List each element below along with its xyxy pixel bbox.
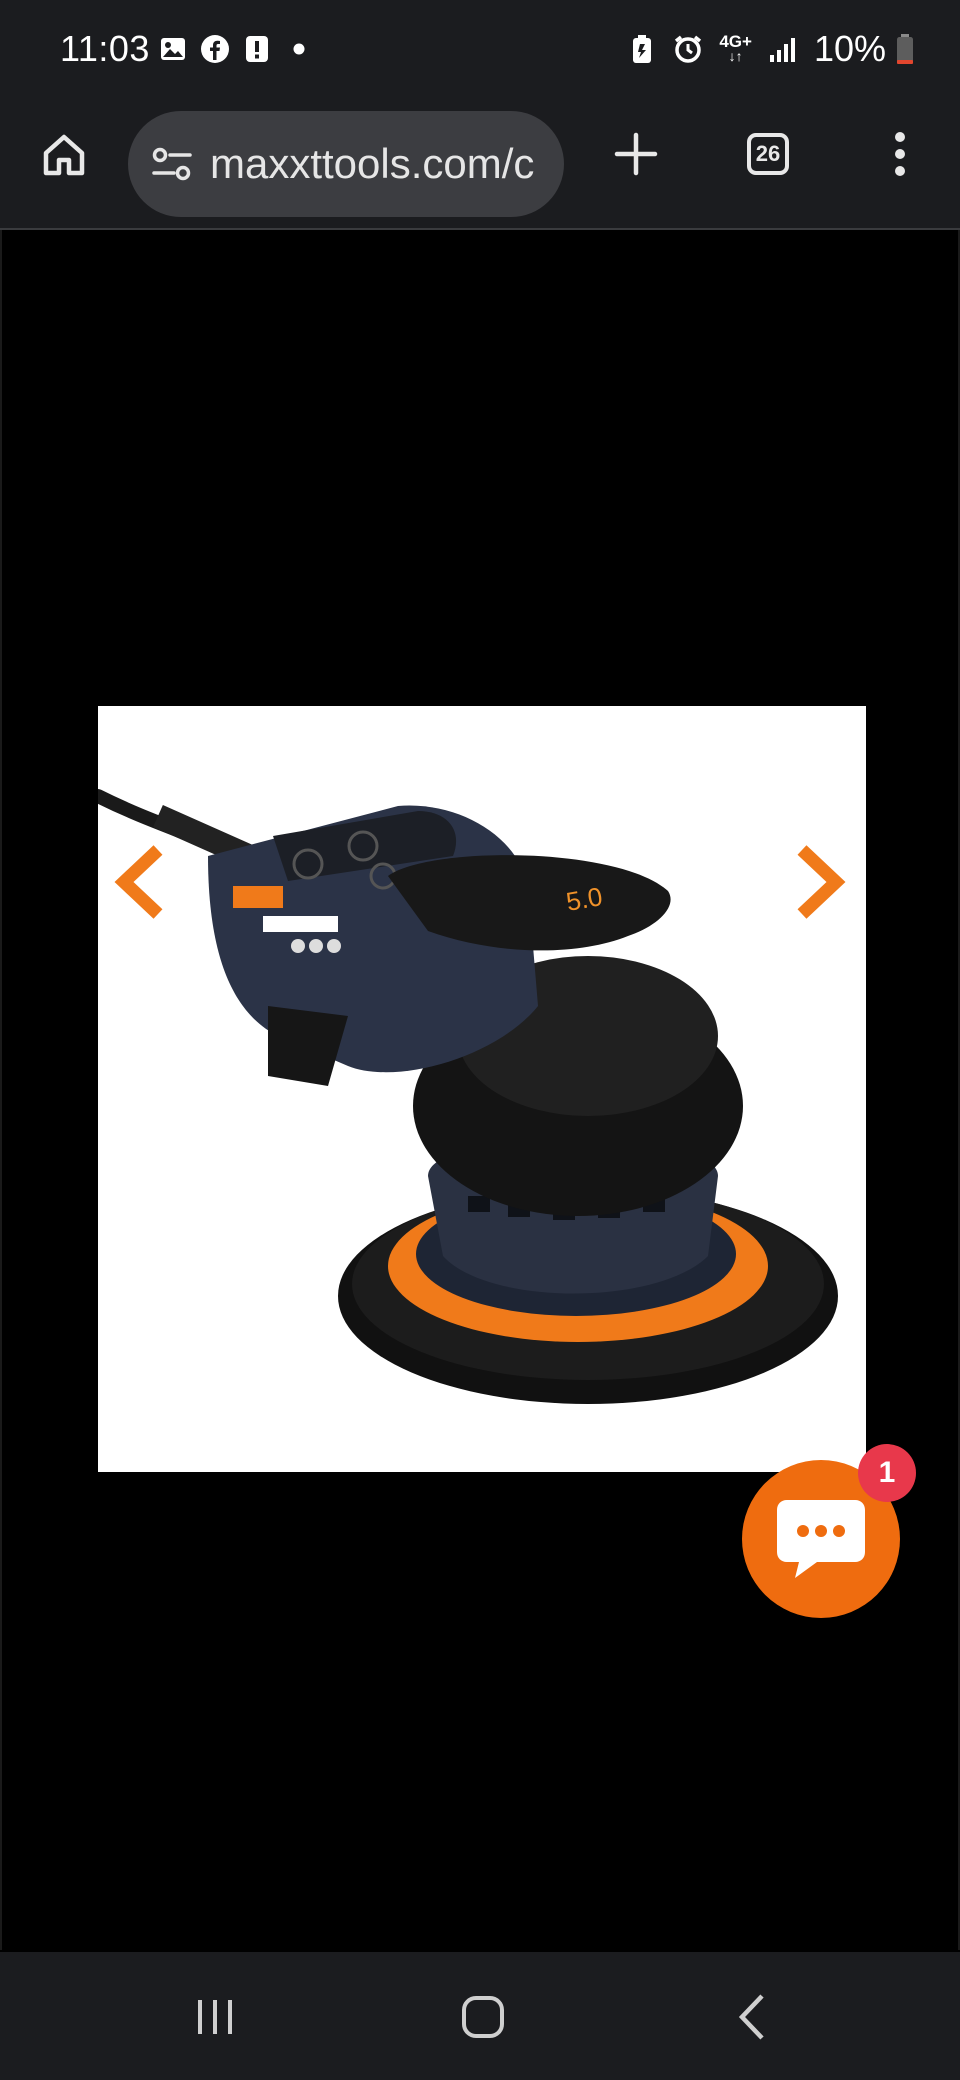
alert-icon: [242, 34, 272, 64]
back-icon: [738, 1994, 764, 2040]
site-settings-icon[interactable]: [150, 142, 194, 186]
tab-switcher-button[interactable]: 26: [740, 126, 796, 182]
address-bar[interactable]: maxxttools.com/c: [128, 111, 564, 217]
chat-unread-badge: 1: [858, 1444, 916, 1502]
back-button[interactable]: [718, 1982, 788, 2052]
chevron-left-icon: [114, 845, 163, 919]
status-time: 11:03: [60, 28, 150, 69]
battery-saver-icon: [627, 34, 657, 64]
home-nav-button[interactable]: [448, 1982, 518, 2052]
orbital-sander-image: 5.0: [98, 789, 838, 1404]
page-content: 5.0: [0, 230, 960, 1950]
dot-icon: [284, 34, 314, 64]
url-text[interactable]: maxxttools.com/c: [210, 140, 534, 188]
tab-count: 26: [747, 133, 789, 175]
browser-toolbar: maxxttools.com/c 26: [0, 100, 960, 230]
recents-icon: [198, 2000, 232, 2034]
recents-button[interactable]: [180, 1982, 250, 2052]
battery-percent: 10%: [813, 28, 886, 69]
product-image[interactable]: 5.0: [98, 706, 866, 1472]
chat-bubble-icon: [777, 1500, 865, 1578]
chevron-right-icon: [797, 845, 846, 919]
signal-icon: [768, 34, 798, 64]
plus-icon: [614, 132, 658, 176]
home-button[interactable]: [36, 127, 92, 183]
facebook-icon: [200, 34, 230, 64]
next-slide-button[interactable]: [780, 832, 860, 932]
network-type: 4G+ ↓↑: [719, 33, 752, 64]
notification-icons: [158, 34, 314, 64]
alarm-icon: [673, 34, 703, 64]
more-vert-icon: [895, 132, 905, 176]
svg-text:5.0: 5.0: [564, 881, 605, 917]
home-icon: [43, 134, 85, 176]
home-nav-icon: [462, 1996, 504, 2038]
system-icons: 4G+ ↓↑ 10%: [627, 28, 920, 70]
data-arrows-icon: ↓↑: [728, 48, 743, 64]
browser-menu-button[interactable]: [872, 126, 928, 182]
new-tab-button[interactable]: [608, 126, 664, 182]
system-nav-bar: [0, 1952, 960, 2080]
previous-slide-button[interactable]: [100, 832, 180, 932]
image-icon: [158, 34, 188, 64]
status-bar: 11:03 4G+ ↓↑ 10%: [0, 0, 960, 100]
battery-icon: [890, 34, 920, 64]
